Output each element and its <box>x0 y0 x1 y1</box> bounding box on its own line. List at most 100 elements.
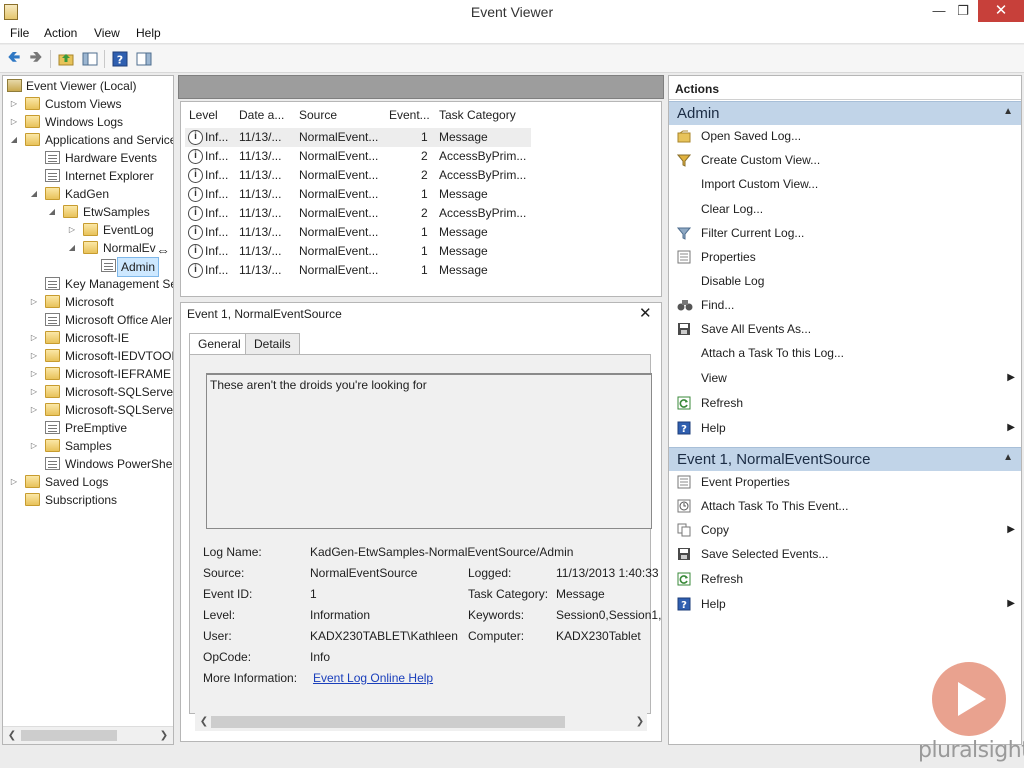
tree-horizontal-scrollbar[interactable]: ❮ ❯ <box>3 726 173 744</box>
help-icon[interactable]: ? <box>110 49 130 69</box>
expand-arrow-icon[interactable]: ▷ <box>9 473 19 491</box>
cell-source: NormalEvent... <box>299 244 379 258</box>
folder-icon <box>45 331 60 344</box>
open-folder-icon <box>677 129 691 143</box>
action-label: Import Custom View... <box>701 177 819 191</box>
action-find[interactable]: Find... <box>669 295 1021 315</box>
event-row[interactable]: i Inf... 11/13/... NormalEvent... 1 Mess… <box>185 261 531 280</box>
event-row[interactable]: i Inf... 11/13/... NormalEvent... 2 Acce… <box>185 147 531 166</box>
column-header-source[interactable]: Source <box>299 108 337 122</box>
scroll-right-icon[interactable]: ❯ <box>633 713 647 731</box>
level-value: Information <box>310 608 371 622</box>
action-label: Attach a Task To this Log... <box>701 346 844 360</box>
expand-arrow-icon[interactable]: ▷ <box>29 347 39 365</box>
folder-icon <box>25 97 40 110</box>
scroll-left-icon[interactable]: ❮ <box>197 713 211 731</box>
collapse-arrow-icon[interactable]: ◢ <box>9 131 19 149</box>
action-view[interactable]: View ▶ <box>669 368 1021 388</box>
menu-action[interactable]: Action <box>44 26 77 40</box>
expand-arrow-icon[interactable]: ▷ <box>29 329 39 347</box>
section-header-event[interactable]: Event 1, NormalEventSource ▲ <box>669 447 1021 471</box>
event-row[interactable]: i Inf... 11/13/... NormalEvent... 1 Mess… <box>185 128 531 147</box>
action-event-properties[interactable]: Event Properties <box>669 472 1021 492</box>
back-arrow-icon[interactable]: 🢀 <box>4 49 24 69</box>
log-name-label: Log Name: <box>203 545 262 559</box>
expand-arrow-icon[interactable]: ▷ <box>29 365 39 383</box>
action-disable-log[interactable]: Disable Log <box>669 271 1021 291</box>
expand-arrow-icon[interactable]: ▷ <box>67 221 77 239</box>
action-attach-task-to-log[interactable]: Attach a Task To this Log... <box>669 343 1021 363</box>
action-label: Attach Task To This Event... <box>701 499 849 513</box>
information-icon: i <box>188 263 203 278</box>
opcode-value: Info <box>310 650 331 664</box>
action-save-selected-events[interactable]: Save Selected Events... <box>669 544 1021 564</box>
action-clear-log[interactable]: Clear Log... <box>669 199 1021 219</box>
action-filter-current-log[interactable]: Filter Current Log... <box>669 223 1021 243</box>
up-folder-icon[interactable] <box>56 49 76 69</box>
expand-arrow-icon[interactable]: ▷ <box>29 437 39 455</box>
action-refresh-event[interactable]: Refresh <box>669 569 1021 589</box>
expand-arrow-icon[interactable]: ▷ <box>29 401 39 419</box>
detail-horizontal-scrollbar[interactable]: ❮ ❯ <box>195 713 647 731</box>
expand-arrow-icon[interactable]: ▷ <box>29 293 39 311</box>
logged-value: 11/13/2013 1:40:33 <box>556 566 659 580</box>
action-label: Save Selected Events... <box>701 547 829 561</box>
tab-general[interactable]: General <box>189 333 250 356</box>
section-header-admin[interactable]: Admin ▲ <box>669 101 1021 125</box>
action-properties[interactable]: Properties <box>669 247 1021 267</box>
scroll-right-icon[interactable]: ❯ <box>157 727 171 744</box>
menu-view[interactable]: View <box>94 26 120 40</box>
event-description[interactable]: These aren't the droids you're looking f… <box>206 373 652 529</box>
action-open-saved-log[interactable]: Open Saved Log... <box>669 126 1021 146</box>
close-icon[interactable]: ✕ <box>639 304 652 322</box>
cell-date: 11/13/... <box>239 263 282 277</box>
forward-arrow-icon[interactable]: 🢂 <box>26 49 46 69</box>
collapse-arrow-icon[interactable]: ◢ <box>67 239 77 257</box>
action-help[interactable]: ? Help ▶ <box>669 418 1021 438</box>
collapse-arrow-icon[interactable]: ◢ <box>47 203 57 221</box>
keywords-value: Session0,Session1, <box>556 608 662 622</box>
copy-icon <box>677 523 691 537</box>
restore-button[interactable]: ❐ <box>948 0 978 22</box>
tree-item-label: PreEmptive <box>65 421 128 435</box>
log-header-bar <box>178 75 664 99</box>
cell-date: 11/13/... <box>239 168 282 182</box>
event-row[interactable]: i Inf... 11/13/... NormalEvent... 2 Acce… <box>185 166 531 185</box>
close-button[interactable]: ✕ <box>978 0 1024 22</box>
action-refresh[interactable]: Refresh <box>669 393 1021 413</box>
action-import-custom-view[interactable]: Import Custom View... <box>669 174 1021 194</box>
show-hide-action-pane-icon[interactable] <box>134 49 154 69</box>
collapse-arrow-icon[interactable]: ◢ <box>29 185 39 203</box>
event-row[interactable]: i Inf... 11/13/... NormalEvent... 2 Acce… <box>185 204 531 223</box>
action-copy[interactable]: Copy ▶ <box>669 520 1021 540</box>
scroll-left-icon[interactable]: ❮ <box>5 727 19 744</box>
action-attach-task-to-event[interactable]: Attach Task To This Event... <box>669 496 1021 516</box>
action-create-custom-view[interactable]: Create Custom View... <box>669 150 1021 170</box>
scrollbar-thumb[interactable] <box>211 716 565 728</box>
refresh-icon <box>677 396 691 410</box>
event-row[interactable]: i Inf... 11/13/... NormalEvent... 1 Mess… <box>185 223 531 242</box>
column-header-level[interactable]: Level <box>189 108 218 122</box>
show-hide-console-tree-icon[interactable] <box>80 49 100 69</box>
tree-item-label: Key Management Se <box>65 277 174 291</box>
scrollbar-thumb[interactable] <box>21 730 117 741</box>
column-header-task-category[interactable]: Task Category <box>439 108 516 122</box>
tab-details[interactable]: Details <box>245 333 300 355</box>
action-label: Refresh <box>701 396 744 410</box>
action-help-event[interactable]: ? Help ▶ <box>669 594 1021 614</box>
menu-file[interactable]: File <box>10 26 29 40</box>
expand-arrow-icon[interactable]: ▷ <box>29 383 39 401</box>
event-row[interactable]: i Inf... 11/13/... NormalEvent... 1 Mess… <box>185 242 531 261</box>
collapse-arrow-icon[interactable]: ▲ <box>1003 452 1013 463</box>
expand-arrow-icon[interactable]: ▷ <box>9 95 19 113</box>
column-header-date[interactable]: Date a... <box>239 108 284 122</box>
expand-arrow-icon[interactable]: ▷ <box>9 113 19 131</box>
tree-item-label: Microsoft Office Aler <box>65 313 173 327</box>
event-row[interactable]: i Inf... 11/13/... NormalEvent... 1 Mess… <box>185 185 531 204</box>
column-header-event-id[interactable]: Event... <box>389 108 430 122</box>
collapse-arrow-icon[interactable]: ▲ <box>1003 106 1013 117</box>
event-log-online-help-link[interactable]: Event Log Online Help <box>313 671 433 685</box>
menu-help[interactable]: Help <box>136 26 161 40</box>
folder-icon <box>45 367 60 380</box>
action-save-all-events[interactable]: Save All Events As... <box>669 319 1021 339</box>
